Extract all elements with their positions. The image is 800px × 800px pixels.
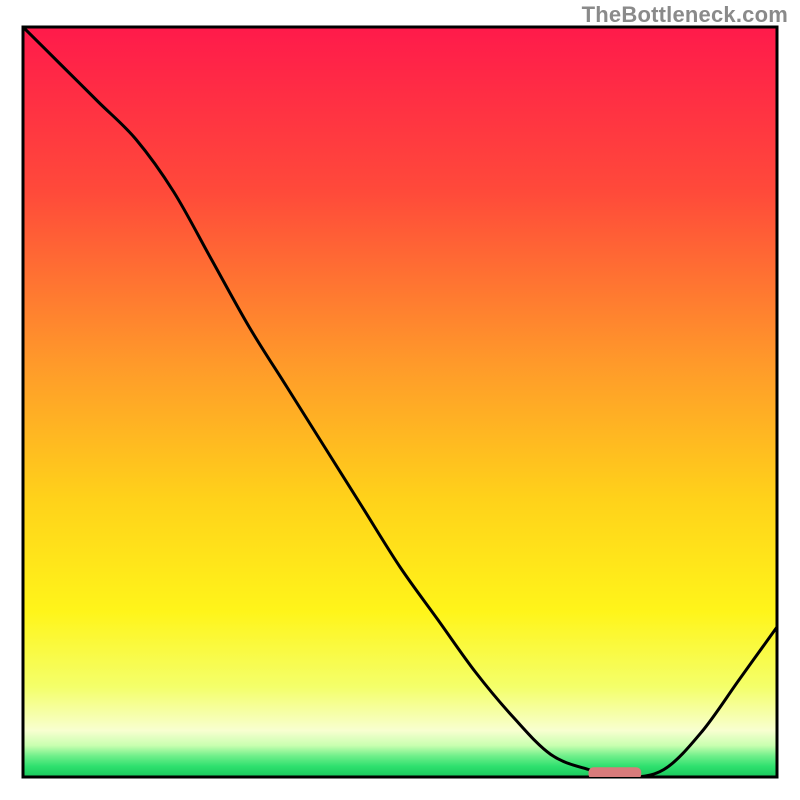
bottleneck-chart (0, 0, 800, 800)
chart-frame: TheBottleneck.com (0, 0, 800, 800)
